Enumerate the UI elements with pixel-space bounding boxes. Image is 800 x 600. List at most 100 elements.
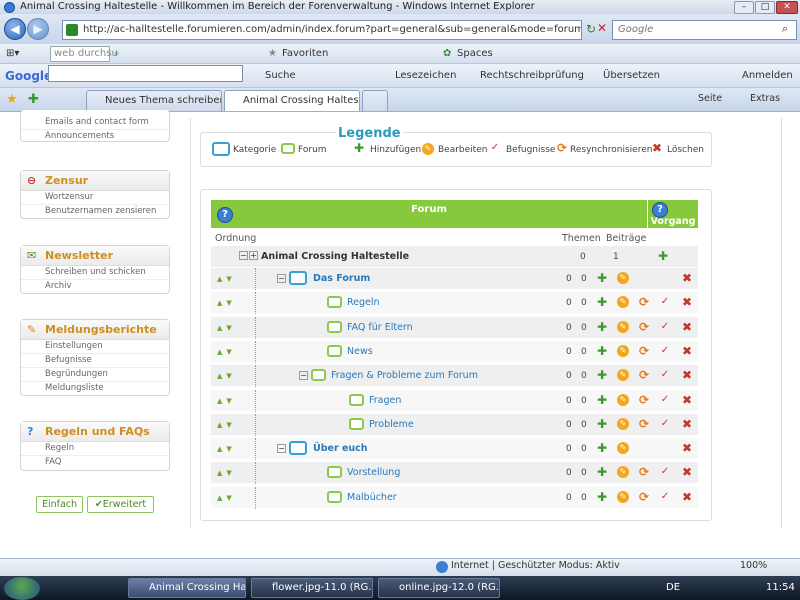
- google-search-button[interactable]: Suche: [265, 66, 296, 86]
- close-window-button[interactable]: ✕: [776, 1, 798, 14]
- sidebar-link-archiv[interactable]: Archiv: [21, 280, 169, 293]
- sidebar-link-regeln[interactable]: Regeln: [21, 442, 169, 456]
- zoom-level[interactable]: 100%: [740, 560, 767, 571]
- resync-icon[interactable]: ⟳: [638, 466, 650, 478]
- help-icon-vorgang[interactable]: ?: [652, 202, 668, 218]
- sidebar-link-announcements[interactable]: Announcements: [21, 130, 169, 143]
- sidebar-link-benutzernamen[interactable]: Benutzernamen zensieren: [21, 205, 169, 218]
- move-arrows-icon[interactable]: ▲▼: [217, 445, 236, 453]
- add-favorite-icon[interactable]: ✚: [28, 92, 39, 107]
- address-bar[interactable]: http://ac-halltestelle.forumieren.com/ad…: [62, 20, 582, 40]
- forward-button[interactable]: ▶: [27, 18, 49, 40]
- edit-icon[interactable]: ✎: [617, 344, 629, 357]
- move-arrows-icon[interactable]: ▲▼: [217, 372, 236, 380]
- minimize-button[interactable]: –: [734, 1, 754, 14]
- extended-mode-button[interactable]: ✔Erweitert: [87, 496, 154, 513]
- add-icon[interactable]: ✚: [596, 345, 608, 357]
- taskbar-item-flower[interactable]: flower.jpg-11.0 (RG...: [251, 578, 373, 598]
- permissions-icon[interactable]: ✓: [659, 394, 671, 406]
- sidebar-link-faq[interactable]: FAQ: [21, 456, 169, 469]
- delete-icon[interactable]: ✖: [681, 296, 693, 308]
- sidebar-link-befugnisse[interactable]: Befugnisse: [21, 354, 169, 368]
- toolbar-menu-icon[interactable]: ⊞▾: [6, 44, 19, 64]
- add-icon[interactable]: ✚: [596, 272, 608, 284]
- spellcheck-button[interactable]: Rechtschreibprüfung: [480, 66, 584, 86]
- move-arrows-icon[interactable]: ▲▼: [217, 348, 236, 356]
- google-search-input[interactable]: [48, 65, 243, 82]
- resync-icon[interactable]: ⟳: [638, 491, 650, 503]
- move-arrows-icon[interactable]: ▲▼: [217, 421, 236, 429]
- signin-button[interactable]: Anmelden: [742, 66, 793, 86]
- new-tab-button[interactable]: [362, 90, 388, 111]
- sidebar-link-schreiben[interactable]: Schreiben und schicken: [21, 266, 169, 280]
- sidebar-link-einstellungen[interactable]: Einstellungen: [21, 340, 169, 354]
- add-icon[interactable]: ✚: [596, 491, 608, 503]
- permissions-icon[interactable]: ✓: [659, 345, 671, 357]
- permissions-icon[interactable]: ✓: [659, 466, 671, 478]
- collapse-icon[interactable]: −: [299, 371, 308, 381]
- stop-icon[interactable]: ✕: [597, 21, 607, 35]
- taskbar-item-online[interactable]: online.jpg-12.0 (RG...: [378, 578, 500, 598]
- refresh-icon[interactable]: ↻: [586, 22, 596, 36]
- edit-icon[interactable]: ✎: [617, 296, 629, 309]
- resync-icon[interactable]: ⟳: [638, 321, 650, 333]
- add-icon[interactable]: ✚: [596, 418, 608, 430]
- delete-icon[interactable]: ✖: [681, 272, 693, 284]
- move-arrows-icon[interactable]: ▲▼: [217, 494, 236, 502]
- edit-icon[interactable]: ✎: [617, 442, 629, 455]
- forum-name[interactable]: Probleme: [369, 419, 414, 430]
- back-button[interactable]: ◀: [4, 18, 26, 40]
- delete-icon[interactable]: ✖: [681, 394, 693, 406]
- move-arrows-icon[interactable]: ▲▼: [217, 324, 236, 332]
- collapse-icon[interactable]: −: [239, 251, 248, 260]
- permissions-icon[interactable]: ✓: [659, 491, 671, 503]
- add-icon[interactable]: ✚: [596, 442, 608, 454]
- delete-icon[interactable]: ✖: [681, 418, 693, 430]
- search-icon[interactable]: ⌕: [782, 22, 788, 36]
- search-go-icon[interactable]: ⌕: [114, 44, 120, 64]
- forum-name[interactable]: Vorstellung: [347, 467, 400, 478]
- add-icon[interactable]: ✚: [596, 296, 608, 308]
- edit-icon[interactable]: ✎: [617, 320, 629, 333]
- expand-icon[interactable]: +: [249, 251, 258, 260]
- forum-name[interactable]: Fragen: [369, 395, 401, 406]
- tab-animal-crossing[interactable]: Animal Crossing Haltes...: [224, 90, 360, 111]
- resync-icon[interactable]: ⟳: [638, 296, 650, 308]
- forum-name[interactable]: News: [347, 346, 373, 357]
- collapse-icon[interactable]: −: [277, 444, 286, 454]
- edit-icon[interactable]: ✎: [617, 490, 629, 503]
- translate-button[interactable]: Übersetzen: [603, 66, 660, 86]
- sidebar-link-begruendungen[interactable]: Begründungen: [21, 368, 169, 382]
- edit-icon[interactable]: ✎: [617, 466, 629, 479]
- tab-neues-thema[interactable]: Neues Thema schreiben: [86, 90, 222, 111]
- edit-icon[interactable]: ✎: [617, 417, 629, 430]
- permissions-icon[interactable]: ✓: [659, 296, 671, 308]
- collapse-icon[interactable]: −: [277, 274, 286, 283]
- page-menu[interactable]: Seite: [698, 93, 722, 104]
- add-icon[interactable]: ✚: [596, 394, 608, 406]
- sidebar-link-wortzensur[interactable]: Wortzensur: [21, 191, 169, 205]
- web-search-input[interactable]: web durchsu: [50, 46, 118, 62]
- delete-icon[interactable]: ✖: [681, 466, 693, 478]
- permissions-icon[interactable]: ✓: [659, 321, 671, 333]
- sidebar-link-emails[interactable]: Emails and contact form: [21, 116, 169, 130]
- tools-menu[interactable]: Extras: [750, 93, 780, 104]
- resync-icon[interactable]: ⟳: [638, 345, 650, 357]
- forum-name[interactable]: Das Forum: [313, 273, 370, 284]
- bookmarks-button[interactable]: Lesezeichen: [395, 66, 456, 86]
- edit-icon[interactable]: ✎: [617, 393, 629, 406]
- resync-icon[interactable]: ⟳: [638, 394, 650, 406]
- taskbar-item-ie[interactable]: Animal Crossing Ha...: [128, 578, 246, 598]
- move-arrows-icon[interactable]: ▲▼: [217, 469, 236, 477]
- start-button[interactable]: [4, 577, 40, 600]
- move-arrows-icon[interactable]: ▲▼: [217, 397, 236, 405]
- delete-icon[interactable]: ✖: [681, 321, 693, 333]
- permissions-icon[interactable]: ✓: [659, 418, 671, 430]
- simple-mode-button[interactable]: Einfach: [36, 496, 83, 513]
- move-arrows-icon[interactable]: ▲▼: [217, 299, 236, 307]
- spaces-menu[interactable]: Spaces: [457, 44, 493, 64]
- add-icon[interactable]: ✚: [596, 321, 608, 333]
- root-add-icon[interactable]: ✚: [657, 250, 669, 262]
- add-icon[interactable]: ✚: [596, 466, 608, 478]
- forum-name[interactable]: Fragen & Probleme zum Forum: [331, 370, 478, 381]
